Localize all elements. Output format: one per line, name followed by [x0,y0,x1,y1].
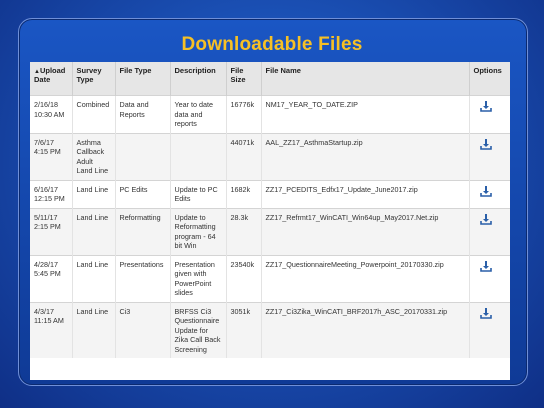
cell-survey-type: Land Line [72,179,116,208]
download-icon[interactable] [479,185,492,197]
cell-file-size: 1682k [226,179,262,208]
cell-file-name: ZZ17_PCEDITS_Edfx17_Update_June2017.zip [261,179,470,208]
table-row: 7/6/17 4:15 PM Asthma Callback Adult Land… [30,132,510,180]
download-icon[interactable] [479,213,492,225]
table-header-row: ▲Upload Date Survey Type File Type Descr… [30,62,510,96]
cell-description [170,132,227,180]
table-row: 6/16/17 12:15 PM Land Line PC Edits Update … [30,179,510,208]
cell-description: Update to PC Edits [170,179,227,208]
cell-file-type [115,132,171,180]
cell-file-size: 44071k [226,132,262,180]
cell-file-type: Ci3 [115,301,171,358]
cell-file-type: Reformatting [115,207,171,255]
cell-file-name: ZZ17_Ci3Zika_WinCATI_BRF2017h_ASC_201703… [261,301,470,358]
page-title: Downloadable Files [181,34,363,55]
cell-options [469,207,510,255]
cell-file-size: 16776k [226,95,262,133]
table-row: 5/11/17 2:15 PM Land Line Reformatting Upda… [30,207,510,255]
cell-description: Update to Reformatting program - 64 bit … [170,207,227,255]
cell-description: Presentation given with PowerPoint slide… [170,254,227,302]
cell-file-size: 28.3k [226,207,262,255]
cell-upload-date: 7/6/17 4:15 PM [30,132,73,180]
cell-file-type: PC Edits [115,179,171,208]
col-file-name[interactable]: File Name [261,62,470,96]
cell-description: BRFSS Ci3 Questionnaire Update for Zika … [170,301,227,358]
table-row: 2/16/18 10:30 AM Combined Data and Reports… [30,95,510,133]
download-icon[interactable] [479,307,492,319]
cell-description: Year to date data and reports [170,95,227,133]
cell-survey-type: Combined [72,95,116,133]
cell-survey-type: Asthma Callback Adult Land Line [72,132,116,180]
download-icon[interactable] [479,138,492,150]
cell-upload-date: 4/28/17 5:45 PM [30,254,73,302]
cell-survey-type: Land Line [72,301,116,358]
cell-options [469,179,510,208]
cell-file-name: NM17_YEAR_TO_DATE.ZIP [261,95,470,133]
col-options: Options [469,62,510,96]
cell-file-type: Presentations [115,254,171,302]
download-icon[interactable] [479,100,492,112]
cell-file-type: Data and Reports [115,95,171,133]
files-table-container: ▲Upload Date Survey Type File Type Descr… [30,62,510,380]
cell-file-size: 3051k [226,301,262,358]
cell-options [469,301,510,358]
cell-options [469,132,510,180]
cell-upload-date: 4/3/17 11:15 AM [30,301,73,358]
col-file-type[interactable]: File Type [115,62,171,96]
cell-file-name: ZZ17_Refrmt17_WinCATI_Win64up_May2017.Ne… [261,207,470,255]
cell-file-name: ZZ17_QuestionnaireMeeting_Powerpoint_201… [261,254,470,302]
cell-upload-date: 2/16/18 10:30 AM [30,95,73,133]
cell-options [469,254,510,302]
table-row: 4/3/17 11:15 AM Land Line Ci3 BRFSS Ci3 Que… [30,301,510,358]
files-table: ▲Upload Date Survey Type File Type Descr… [30,62,510,358]
col-file-size[interactable]: File Size [226,62,262,96]
cell-file-name: AAL_ZZ17_AsthmaStartup.zip [261,132,470,180]
col-survey-type[interactable]: Survey Type [72,62,116,96]
cell-survey-type: Land Line [72,254,116,302]
col-description[interactable]: Description [170,62,227,96]
table-row: 4/28/17 5:45 PM Land Line Presentations Pre… [30,254,510,302]
cell-options [469,95,510,133]
download-icon[interactable] [479,260,492,272]
cell-upload-date: 5/11/17 2:15 PM [30,207,73,255]
cell-survey-type: Land Line [72,207,116,255]
cell-upload-date: 6/16/17 12:15 PM [30,179,73,208]
col-upload-date[interactable]: ▲Upload Date [30,62,73,96]
cell-file-size: 23540k [226,254,262,302]
